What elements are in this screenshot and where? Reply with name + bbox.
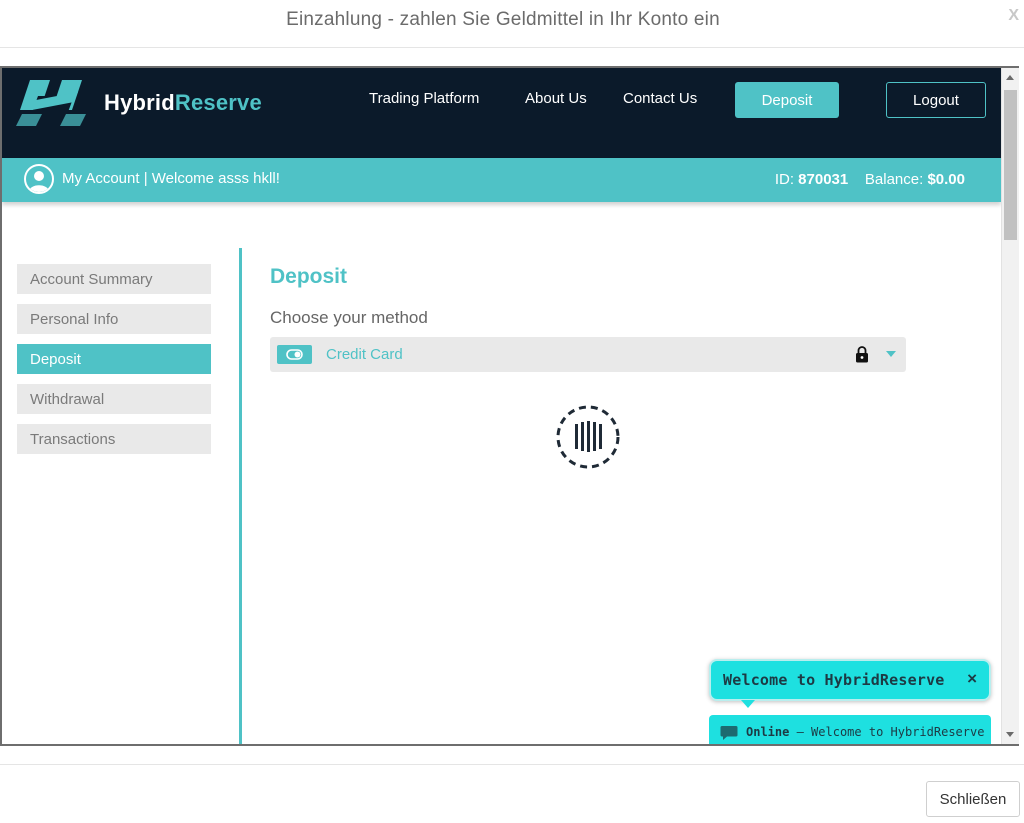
modal-footer: Schließen	[0, 764, 1024, 823]
payment-method-select[interactable]: Credit Card	[270, 337, 906, 372]
close-icon[interactable]: X	[1008, 7, 1019, 25]
logout-button[interactable]: Logout	[886, 82, 986, 118]
chat-launcher[interactable]: Online – Welcome to HybridReserve	[709, 715, 991, 744]
account-summary-info: ID: 870031 Balance: $0.00	[774, 171, 965, 188]
logo[interactable]: HybridReserve	[16, 74, 262, 132]
sidebar-item-account-summary[interactable]: Account Summary	[17, 264, 211, 294]
sidebar-item-withdrawal[interactable]: Withdrawal	[17, 384, 211, 414]
content-divider	[239, 248, 242, 744]
nav-about-us[interactable]: About Us	[525, 90, 587, 107]
logo-icon	[16, 80, 86, 126]
chat-status: Online – Welcome to HybridReserve	[746, 725, 985, 739]
logo-text: HybridReserve	[104, 90, 262, 115]
scroll-up-icon[interactable]	[1006, 75, 1014, 80]
user-avatar-icon[interactable]	[24, 164, 54, 194]
chat-bubble-title: Welcome to HybridReserve	[723, 671, 945, 689]
chat-icon	[720, 725, 738, 744]
navbar: HybridReserve Trading Platform About Us …	[2, 68, 1001, 158]
chat-welcome-bubble[interactable]: Welcome to HybridReserve ×	[709, 659, 991, 708]
sidebar-item-deposit[interactable]: Deposit	[17, 344, 211, 374]
page-title: Deposit	[270, 265, 348, 288]
nav-contact-us[interactable]: Contact Us	[623, 90, 697, 107]
chat-bubble-tail	[741, 700, 755, 708]
scroll-thumb[interactable]	[1004, 90, 1017, 240]
account-id: 870031	[798, 171, 849, 188]
chat-close-icon[interactable]: ×	[967, 669, 977, 689]
modal-title: Einzahlung - zahlen Sie Geldmittel in Ih…	[286, 9, 720, 30]
lock-icon	[855, 346, 869, 368]
chevron-down-icon[interactable]	[886, 351, 896, 357]
frame-scrollbar[interactable]	[1001, 68, 1019, 744]
nav-deposit-button[interactable]: Deposit	[735, 82, 839, 118]
nav-trading-platform[interactable]: Trading Platform	[369, 90, 479, 107]
modal-header: Einzahlung - zahlen Sie Geldmittel in Ih…	[0, 0, 1024, 48]
close-button[interactable]: Schließen	[926, 781, 1020, 817]
account-welcome[interactable]: My Account | Welcome asss hkll!	[62, 170, 280, 187]
spinner-icon	[555, 404, 621, 475]
account-bar: My Account | Welcome asss hkll! ID: 8700…	[2, 158, 1001, 202]
deposit-frame: HybridReserve Trading Platform About Us …	[0, 66, 1019, 746]
card-toggle-icon	[277, 345, 312, 364]
account-balance: $0.00	[927, 171, 965, 188]
scroll-down-icon[interactable]	[1006, 732, 1014, 737]
sidebar-item-transactions[interactable]: Transactions	[17, 424, 211, 454]
method-subtitle: Choose your method	[270, 308, 428, 327]
site: HybridReserve Trading Platform About Us …	[2, 68, 1001, 744]
payment-method-label: Credit Card	[326, 346, 403, 363]
sidebar: Account Summary Personal Info Deposit Wi…	[17, 264, 211, 464]
sidebar-item-personal-info[interactable]: Personal Info	[17, 304, 211, 334]
